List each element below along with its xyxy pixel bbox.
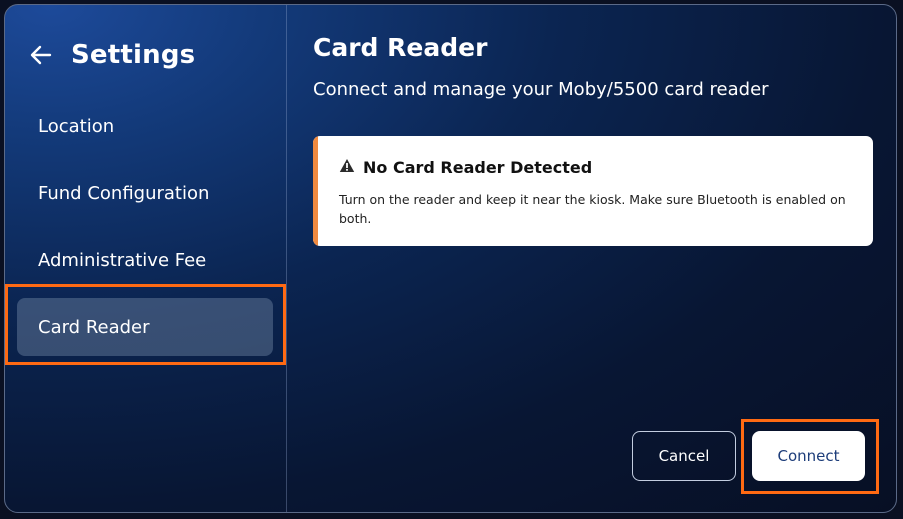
- sidebar-item-label: Location: [38, 115, 115, 137]
- settings-sidebar: Settings Location Fund Configuration Adm…: [5, 5, 287, 512]
- alert-title: No Card Reader Detected: [363, 158, 593, 177]
- sidebar-item-card-reader[interactable]: Card Reader: [17, 298, 273, 356]
- sidebar-item-label: Administrative Fee: [38, 249, 207, 271]
- warning-icon: [339, 158, 363, 177]
- settings-window: Settings Location Fund Configuration Adm…: [4, 4, 897, 513]
- page-title: Card Reader: [313, 33, 488, 62]
- cancel-button[interactable]: Cancel: [632, 431, 736, 481]
- main-panel: Card Reader Connect and manage your Moby…: [287, 5, 896, 512]
- sidebar-item-fund-configuration[interactable]: Fund Configuration: [17, 164, 273, 222]
- sidebar-title: Settings: [71, 40, 196, 70]
- sidebar-item-administrative-fee[interactable]: Administrative Fee: [17, 231, 273, 289]
- alert-accent-bar: [313, 136, 318, 246]
- sidebar-item-label: Fund Configuration: [38, 182, 210, 204]
- no-reader-alert: No Card Reader Detected Turn on the read…: [313, 136, 873, 246]
- sidebar-item-label: Card Reader: [38, 316, 150, 338]
- page-subtitle: Connect and manage your Moby/5500 card r…: [313, 79, 769, 100]
- alert-message: Turn on the reader and keep it near the …: [339, 192, 846, 226]
- connect-button[interactable]: Connect: [752, 431, 865, 481]
- arrow-left-icon[interactable]: [29, 43, 53, 67]
- sidebar-header: Settings: [29, 35, 195, 75]
- alert-header: No Card Reader Detected: [339, 158, 592, 177]
- sidebar-item-location[interactable]: Location: [17, 97, 273, 155]
